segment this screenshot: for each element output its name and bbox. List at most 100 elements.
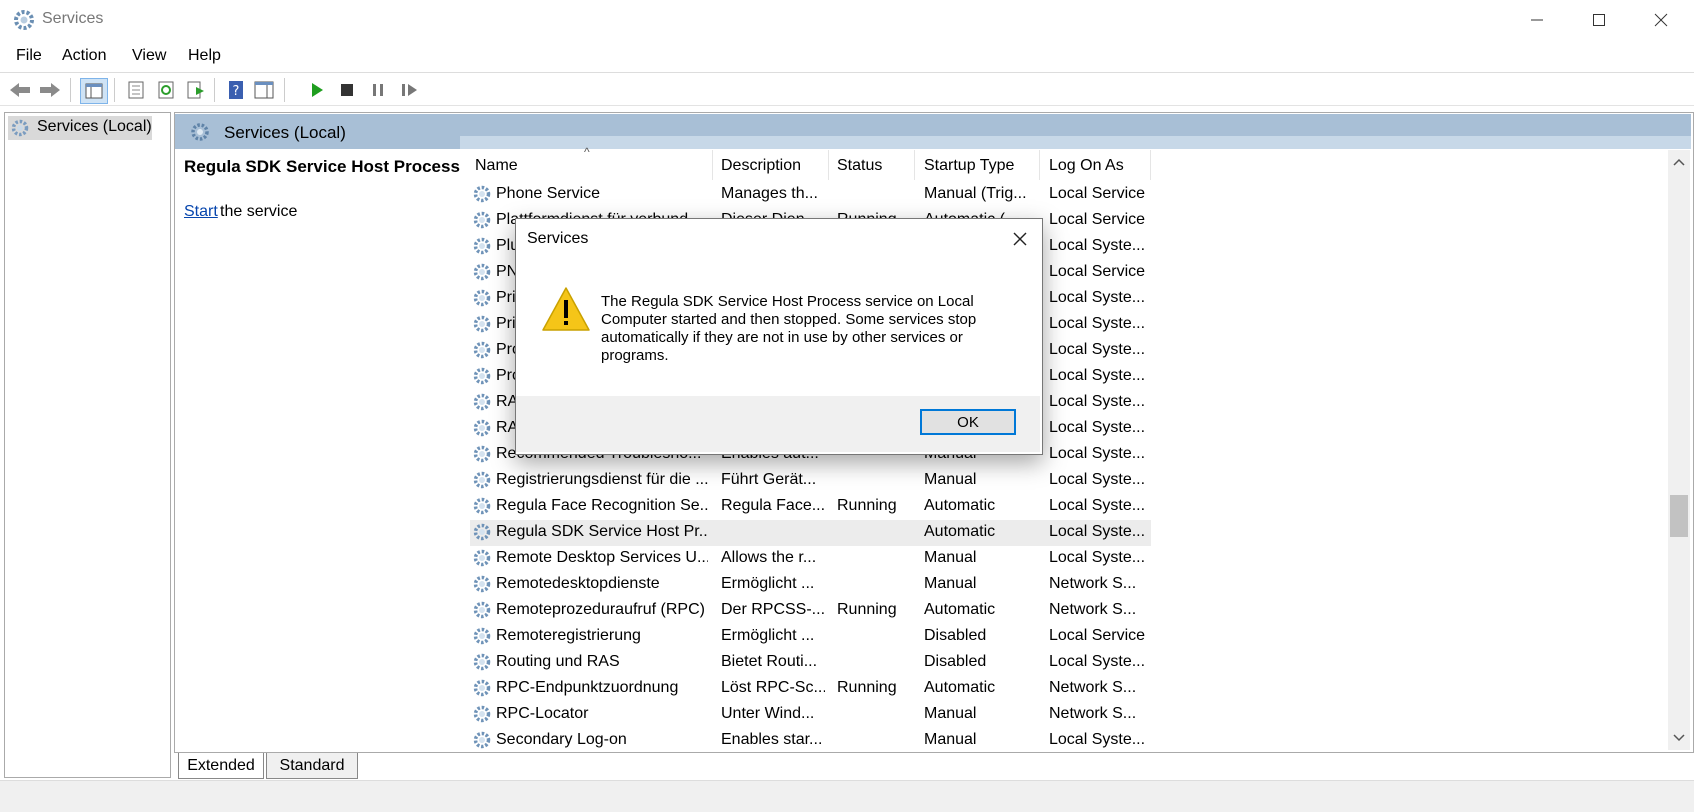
- stop-icon: [341, 84, 353, 96]
- column-header-log-on-as[interactable]: Log On As: [1049, 157, 1124, 175]
- scroll-up-button[interactable]: [1668, 150, 1690, 174]
- service-log-on-as: Local Service: [1049, 185, 1146, 202]
- tab-extended[interactable]: Extended: [178, 753, 264, 779]
- column-divider[interactable]: [1150, 150, 1151, 180]
- service-log-on-as: Local Syste...: [1049, 419, 1146, 436]
- play-icon: [312, 83, 323, 97]
- dialog-close-button[interactable]: [1002, 226, 1038, 252]
- restart-service-button[interactable]: [398, 78, 422, 102]
- service-description: Führt Gerät...: [721, 471, 817, 488]
- column-header-description[interactable]: Description: [721, 157, 801, 175]
- service-gear-icon: [473, 705, 491, 723]
- scroll-down-button[interactable]: [1668, 726, 1690, 750]
- sort-ascending-icon: ^: [584, 145, 590, 159]
- refresh-button[interactable]: [154, 78, 178, 102]
- scrollbar-thumb[interactable]: [1670, 495, 1688, 537]
- action-pane-button[interactable]: [252, 78, 276, 102]
- service-log-on-as: Local Syste...: [1049, 653, 1146, 670]
- help-button[interactable]: ?: [224, 78, 248, 102]
- service-gear-icon: [473, 627, 491, 645]
- toolbar-separator: [70, 78, 71, 102]
- close-window-button[interactable]: [1630, 0, 1692, 40]
- service-log-on-as: Local Service: [1049, 211, 1146, 228]
- ok-button[interactable]: OK: [920, 409, 1016, 435]
- service-log-on-as: Local Syste...: [1049, 731, 1146, 748]
- column-header-startup-type[interactable]: Startup Type: [924, 157, 1014, 175]
- panel-title: Services (Local): [224, 123, 346, 142]
- column-divider[interactable]: [828, 150, 829, 180]
- start-service-link[interactable]: Start: [184, 203, 218, 221]
- services-gear-icon: [11, 119, 29, 137]
- column-header-name[interactable]: Name: [475, 157, 518, 175]
- menu-file[interactable]: File: [16, 47, 42, 65]
- menu-action[interactable]: Action: [62, 47, 106, 65]
- service-startup-type: Manual (Trig...: [924, 185, 1027, 202]
- service-gear-icon: [473, 237, 491, 255]
- column-divider[interactable]: [914, 150, 915, 180]
- service-status: Running: [837, 679, 897, 696]
- maximize-button[interactable]: [1568, 0, 1630, 40]
- column-divider[interactable]: [1039, 150, 1040, 180]
- console-tree: [4, 112, 171, 778]
- service-log-on-as: Network S...: [1049, 575, 1137, 592]
- refresh-icon: [158, 81, 174, 99]
- service-gear-icon: [473, 211, 491, 229]
- service-log-on-as: Local Syste...: [1049, 367, 1146, 384]
- svg-text:?: ?: [233, 84, 240, 99]
- pause-service-button[interactable]: [366, 78, 390, 102]
- column-divider[interactable]: [712, 150, 713, 180]
- service-name: Routing und RAS: [496, 653, 620, 670]
- window-title: Services: [42, 10, 104, 27]
- title-bar: [0, 0, 1694, 40]
- toolbar-separator: [284, 78, 285, 102]
- service-gear-icon: [473, 445, 491, 463]
- service-gear-icon: [473, 367, 491, 385]
- service-startup-type: Disabled: [924, 653, 987, 670]
- service-gear-icon: [473, 341, 491, 359]
- properties-button[interactable]: [124, 78, 148, 102]
- panel-header-accent: [460, 136, 1691, 149]
- back-button[interactable]: [8, 78, 32, 102]
- service-description: Allows the r...: [721, 549, 817, 566]
- service-gear-icon: [473, 601, 491, 619]
- show-hide-tree-button[interactable]: [80, 78, 108, 104]
- service-name: Regula SDK Service Host Pr...: [496, 523, 708, 540]
- service-startup-type: Manual: [924, 549, 977, 566]
- service-description: Enables star...: [721, 731, 823, 748]
- service-log-on-as: Local Service: [1049, 263, 1146, 280]
- service-name: Remote Desktop Services U...: [496, 549, 708, 566]
- vertical-scrollbar[interactable]: [1668, 150, 1690, 750]
- service-gear-icon: [473, 393, 491, 411]
- tab-standard[interactable]: Standard: [266, 753, 358, 779]
- chevron-down-icon: [1673, 734, 1685, 742]
- service-log-on-as: Local Syste...: [1049, 497, 1146, 514]
- service-gear-icon: [473, 575, 491, 593]
- menu-view[interactable]: View: [132, 47, 166, 65]
- service-description: Der RPCSS-...: [721, 601, 825, 618]
- service-log-on-as: Local Syste...: [1049, 237, 1146, 254]
- service-gear-icon: [473, 315, 491, 333]
- services-gear-icon: [191, 123, 209, 141]
- service-log-on-as: Local Service: [1049, 627, 1146, 644]
- service-gear-icon: [473, 549, 491, 567]
- warning-icon: [542, 287, 590, 331]
- restart-icon: [402, 84, 417, 96]
- forward-arrow-icon: [40, 83, 60, 97]
- service-startup-type: Automatic: [924, 601, 996, 618]
- service-gear-icon: [473, 419, 491, 437]
- menu-bar: [0, 40, 1694, 73]
- service-startup-type: Manual: [924, 471, 977, 488]
- minimize-button[interactable]: [1506, 0, 1568, 40]
- service-log-on-as: Local Syste...: [1049, 471, 1146, 488]
- menu-help[interactable]: Help: [188, 47, 221, 65]
- close-icon: [1654, 13, 1668, 27]
- service-gear-icon: [473, 679, 491, 697]
- export-list-button[interactable]: [184, 78, 208, 102]
- pause-icon: [373, 84, 383, 96]
- column-header-status[interactable]: Status: [837, 157, 882, 175]
- forward-button[interactable]: [38, 78, 62, 102]
- stop-service-button[interactable]: [335, 78, 359, 102]
- start-service-button[interactable]: [305, 78, 329, 102]
- service-startup-type: Disabled: [924, 627, 987, 644]
- service-name: Remoteregistrierung: [496, 627, 641, 644]
